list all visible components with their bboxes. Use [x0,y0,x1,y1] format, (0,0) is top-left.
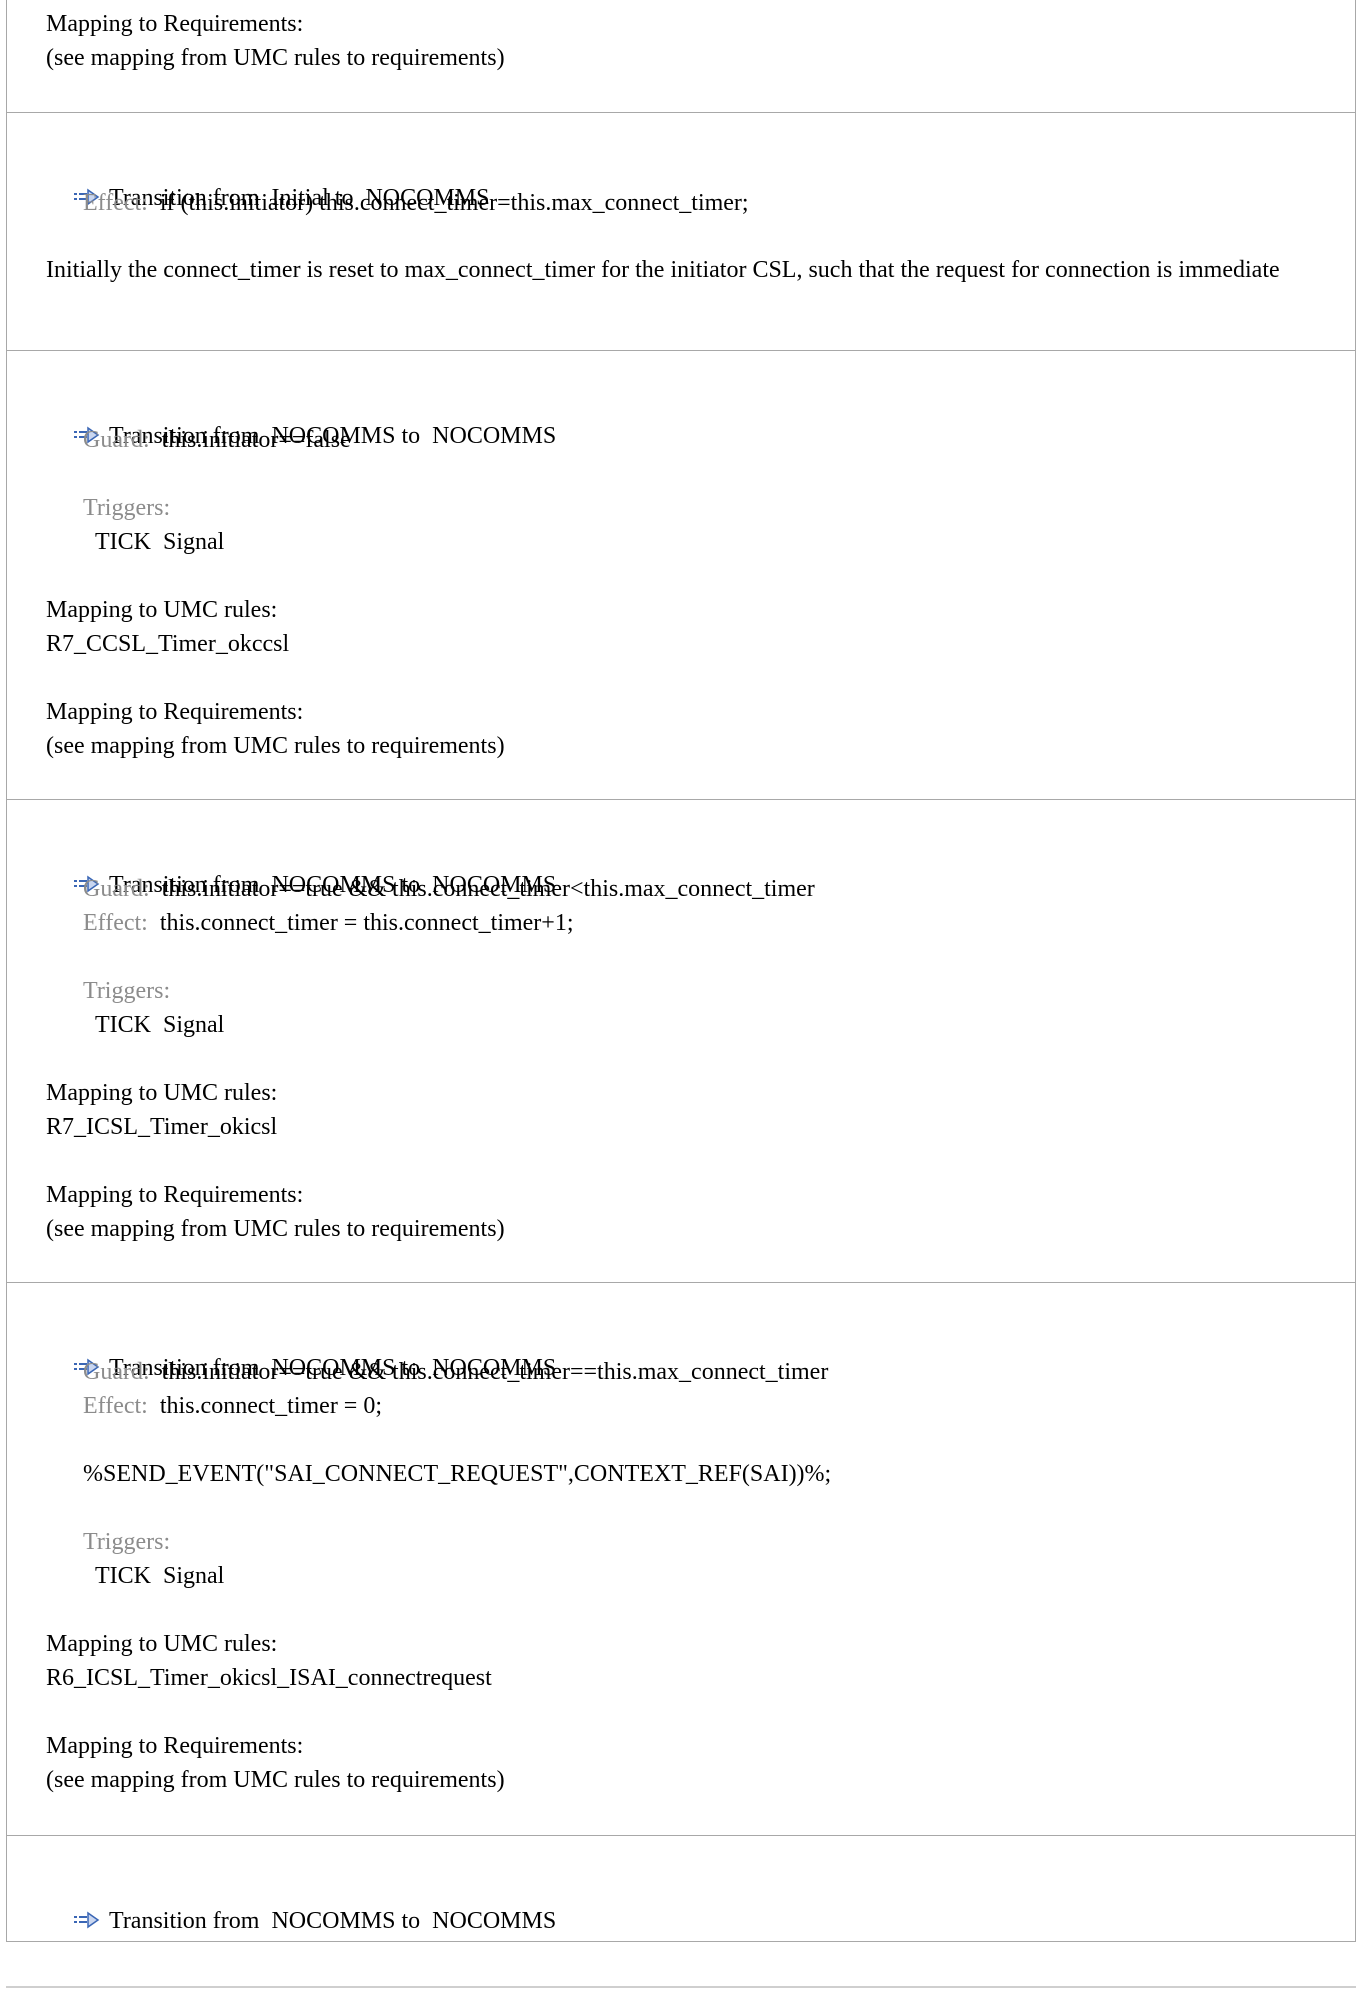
effect-value: if (this.initiator) this.connect_timer=t… [159,190,749,216]
transition-description: Initially the connect_timer is reset to … [46,257,1280,283]
section-transition-5: Transition from NOCOMMS to NOCOMMS [6,1835,1356,1942]
triggers-label: Triggers: [83,495,171,521]
transition-title-row: Transition from Initial to NOCOMMS [37,153,489,211]
guard-row: Guard: this.initiator==true && this.conn… [83,874,815,904]
effect-row: Effect: if (this.initiator) this.connect… [83,188,749,218]
section-mapping-top: Mapping to Requirements: (see mapping fr… [6,0,1356,113]
mapping-req-value: (see mapping from UMC rules to requireme… [46,733,505,759]
effect-label: Effect: [83,1393,148,1419]
effect-row: Effect: this.connect_timer = 0; [83,1391,382,1421]
trigger-value: TICK Signal [95,529,225,555]
transition-arrow-icon [74,1912,100,1929]
mapping-umc-label: Mapping to UMC rules: [46,597,278,623]
mapping-umc-value: R7_CCSL_Timer_okccsl [46,631,290,657]
guard-label: Guard: [83,1359,150,1385]
document: Mapping to Requirements: (see mapping fr… [6,0,1356,1942]
section-transition-4: Transition from NOCOMMS to NOCOMMS Guard… [6,1282,1356,1836]
effect-label: Effect: [83,910,148,936]
guard-row: Guard: this.initiator==true && this.conn… [83,1357,828,1387]
mapping-req-label: Mapping to Requirements: [46,11,304,37]
mapping-req-value: (see mapping from UMC rules to requireme… [46,1767,505,1793]
trigger-value: TICK Signal [95,1012,225,1038]
transition-title: Transition from NOCOMMS to NOCOMMS [109,1908,557,1934]
mapping-umc-label: Mapping to UMC rules: [46,1631,278,1657]
effect-label: Effect: [83,190,148,216]
triggers-label: Triggers: [83,1529,171,1555]
section-transition-2: Transition from NOCOMMS to NOCOMMS Guard… [6,350,1356,800]
guard-value: this.initiator==true && this.connect_tim… [161,876,815,902]
page-divider [6,1986,1356,1988]
mapping-req-label: Mapping to Requirements: [46,699,304,725]
effect-row: Effect: this.connect_timer = this.connec… [83,908,574,938]
mapping-req-label: Mapping to Requirements: [46,1182,304,1208]
transition-title-row: Transition from NOCOMMS to NOCOMMS [37,391,556,449]
transition-title-row: Transition from NOCOMMS to NOCOMMS [37,840,556,898]
triggers-label: Triggers: [83,978,171,1004]
mapping-req-label: Mapping to Requirements: [46,1733,304,1759]
guard-row: Guard: this.initiator==false [83,425,351,455]
trigger-value: TICK Signal [95,1563,225,1589]
guard-value: this.initiator==true && this.connect_tim… [161,1359,829,1385]
section-transition-initial: Transition from Initial to NOCOMMS Effec… [6,112,1356,351]
section-transition-3: Transition from NOCOMMS to NOCOMMS Guard… [6,799,1356,1283]
mapping-umc-value: R6_ICSL_Timer_okicsl_ISAI_connectrequest [46,1665,492,1691]
guard-label: Guard: [83,427,150,453]
mapping-req-value: (see mapping from UMC rules to requireme… [46,45,505,71]
mapping-umc-label: Mapping to UMC rules: [46,1080,278,1106]
effect-extra: %SEND_EVENT("SAI_CONNECT_REQUEST",CONTEX… [83,1461,832,1487]
transition-title-row: Transition from NOCOMMS to NOCOMMS [37,1876,556,1934]
mapping-umc-value: R7_ICSL_Timer_okicsl [46,1114,278,1140]
mapping-req-value: (see mapping from UMC rules to requireme… [46,1216,505,1242]
effect-value: this.connect_timer = 0; [159,1393,383,1419]
guard-value: this.initiator==false [161,427,351,453]
guard-label: Guard: [83,876,150,902]
effect-value: this.connect_timer = this.connect_timer+… [159,910,574,936]
transition-title-row: Transition from NOCOMMS to NOCOMMS [37,1323,556,1381]
